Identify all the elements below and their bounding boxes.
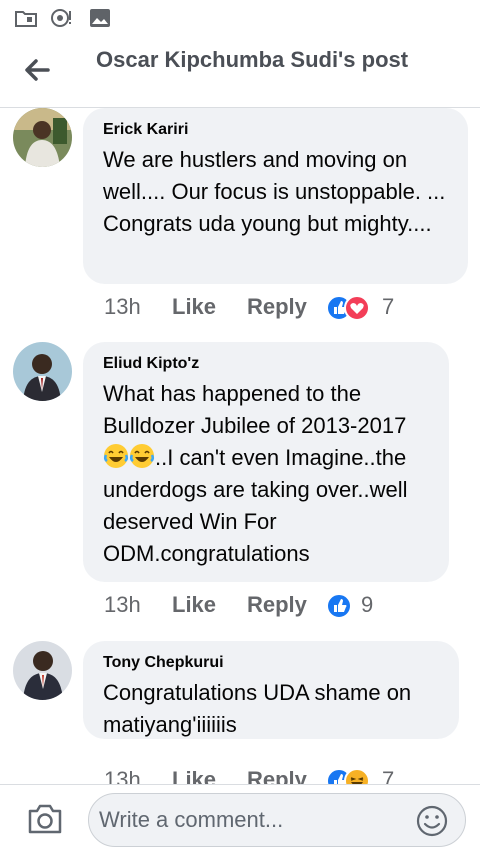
comment-author[interactable]: Eliud Kipto'z <box>103 354 429 374</box>
like-icon <box>326 593 352 619</box>
comment-text: Congratulations UDA shame on matiyang'ii… <box>103 680 418 737</box>
status-bar <box>0 0 480 40</box>
comment-bubble: Erick Kariri We are hustlers and moving … <box>83 108 468 284</box>
avatar[interactable] <box>13 641 72 700</box>
like-button[interactable]: Like <box>172 294 216 320</box>
image-icon <box>90 9 110 27</box>
back-arrow-icon[interactable] <box>18 52 54 88</box>
love-icon <box>344 295 370 321</box>
comment-text-part: What has happened to the Bulldozer Jubil… <box>103 381 407 438</box>
comment-timestamp[interactable]: 13h <box>104 592 141 618</box>
emoji-picker-icon[interactable] <box>415 804 449 838</box>
laughing-tears-emoji <box>103 444 129 468</box>
avatar[interactable] <box>13 108 72 167</box>
reaction-count: 7 <box>382 294 395 319</box>
avatar[interactable] <box>13 342 72 401</box>
like-button[interactable]: Like <box>172 592 216 618</box>
comment-text: What has happened to the Bulldozer Jubil… <box>103 378 429 570</box>
comment-timestamp[interactable]: 13h <box>104 767 141 784</box>
comment-composer: Write a comment... <box>0 784 480 854</box>
comments-list[interactable]: Erick Kariri We are hustlers and moving … <box>0 108 480 784</box>
reply-button[interactable]: Reply <box>247 767 307 784</box>
comment-author[interactable]: Tony Chepkurui <box>103 653 439 673</box>
comment-input-placeholder: Write a comment... <box>99 807 284 832</box>
comment-author[interactable]: Erick Kariri <box>103 120 448 140</box>
reaction-count: 9 <box>361 592 374 617</box>
comment-text: We are hustlers and moving on well.... O… <box>103 147 452 236</box>
page-title: Oscar Kipchumba Sudi's post <box>96 47 409 72</box>
laughing-tears-emoji <box>129 444 155 468</box>
post-header: Oscar Kipchumba Sudi's post <box>0 40 480 108</box>
haha-icon <box>344 768 370 784</box>
reply-button[interactable]: Reply <box>247 592 307 618</box>
comment-input[interactable]: Write a comment... <box>88 793 466 847</box>
media-sync-icon <box>51 9 71 27</box>
comment-timestamp[interactable]: 13h <box>104 294 141 320</box>
like-button[interactable]: Like <box>172 767 216 784</box>
reply-button[interactable]: Reply <box>247 294 307 320</box>
comment-bubble: Tony Chepkurui Congratulations UDA shame… <box>83 641 459 739</box>
folder-icon <box>15 11 37 27</box>
comment-bubble: Eliud Kipto'z What has happened to the B… <box>83 342 449 582</box>
reaction-count: 7 <box>382 767 395 784</box>
camera-icon[interactable] <box>26 801 64 837</box>
